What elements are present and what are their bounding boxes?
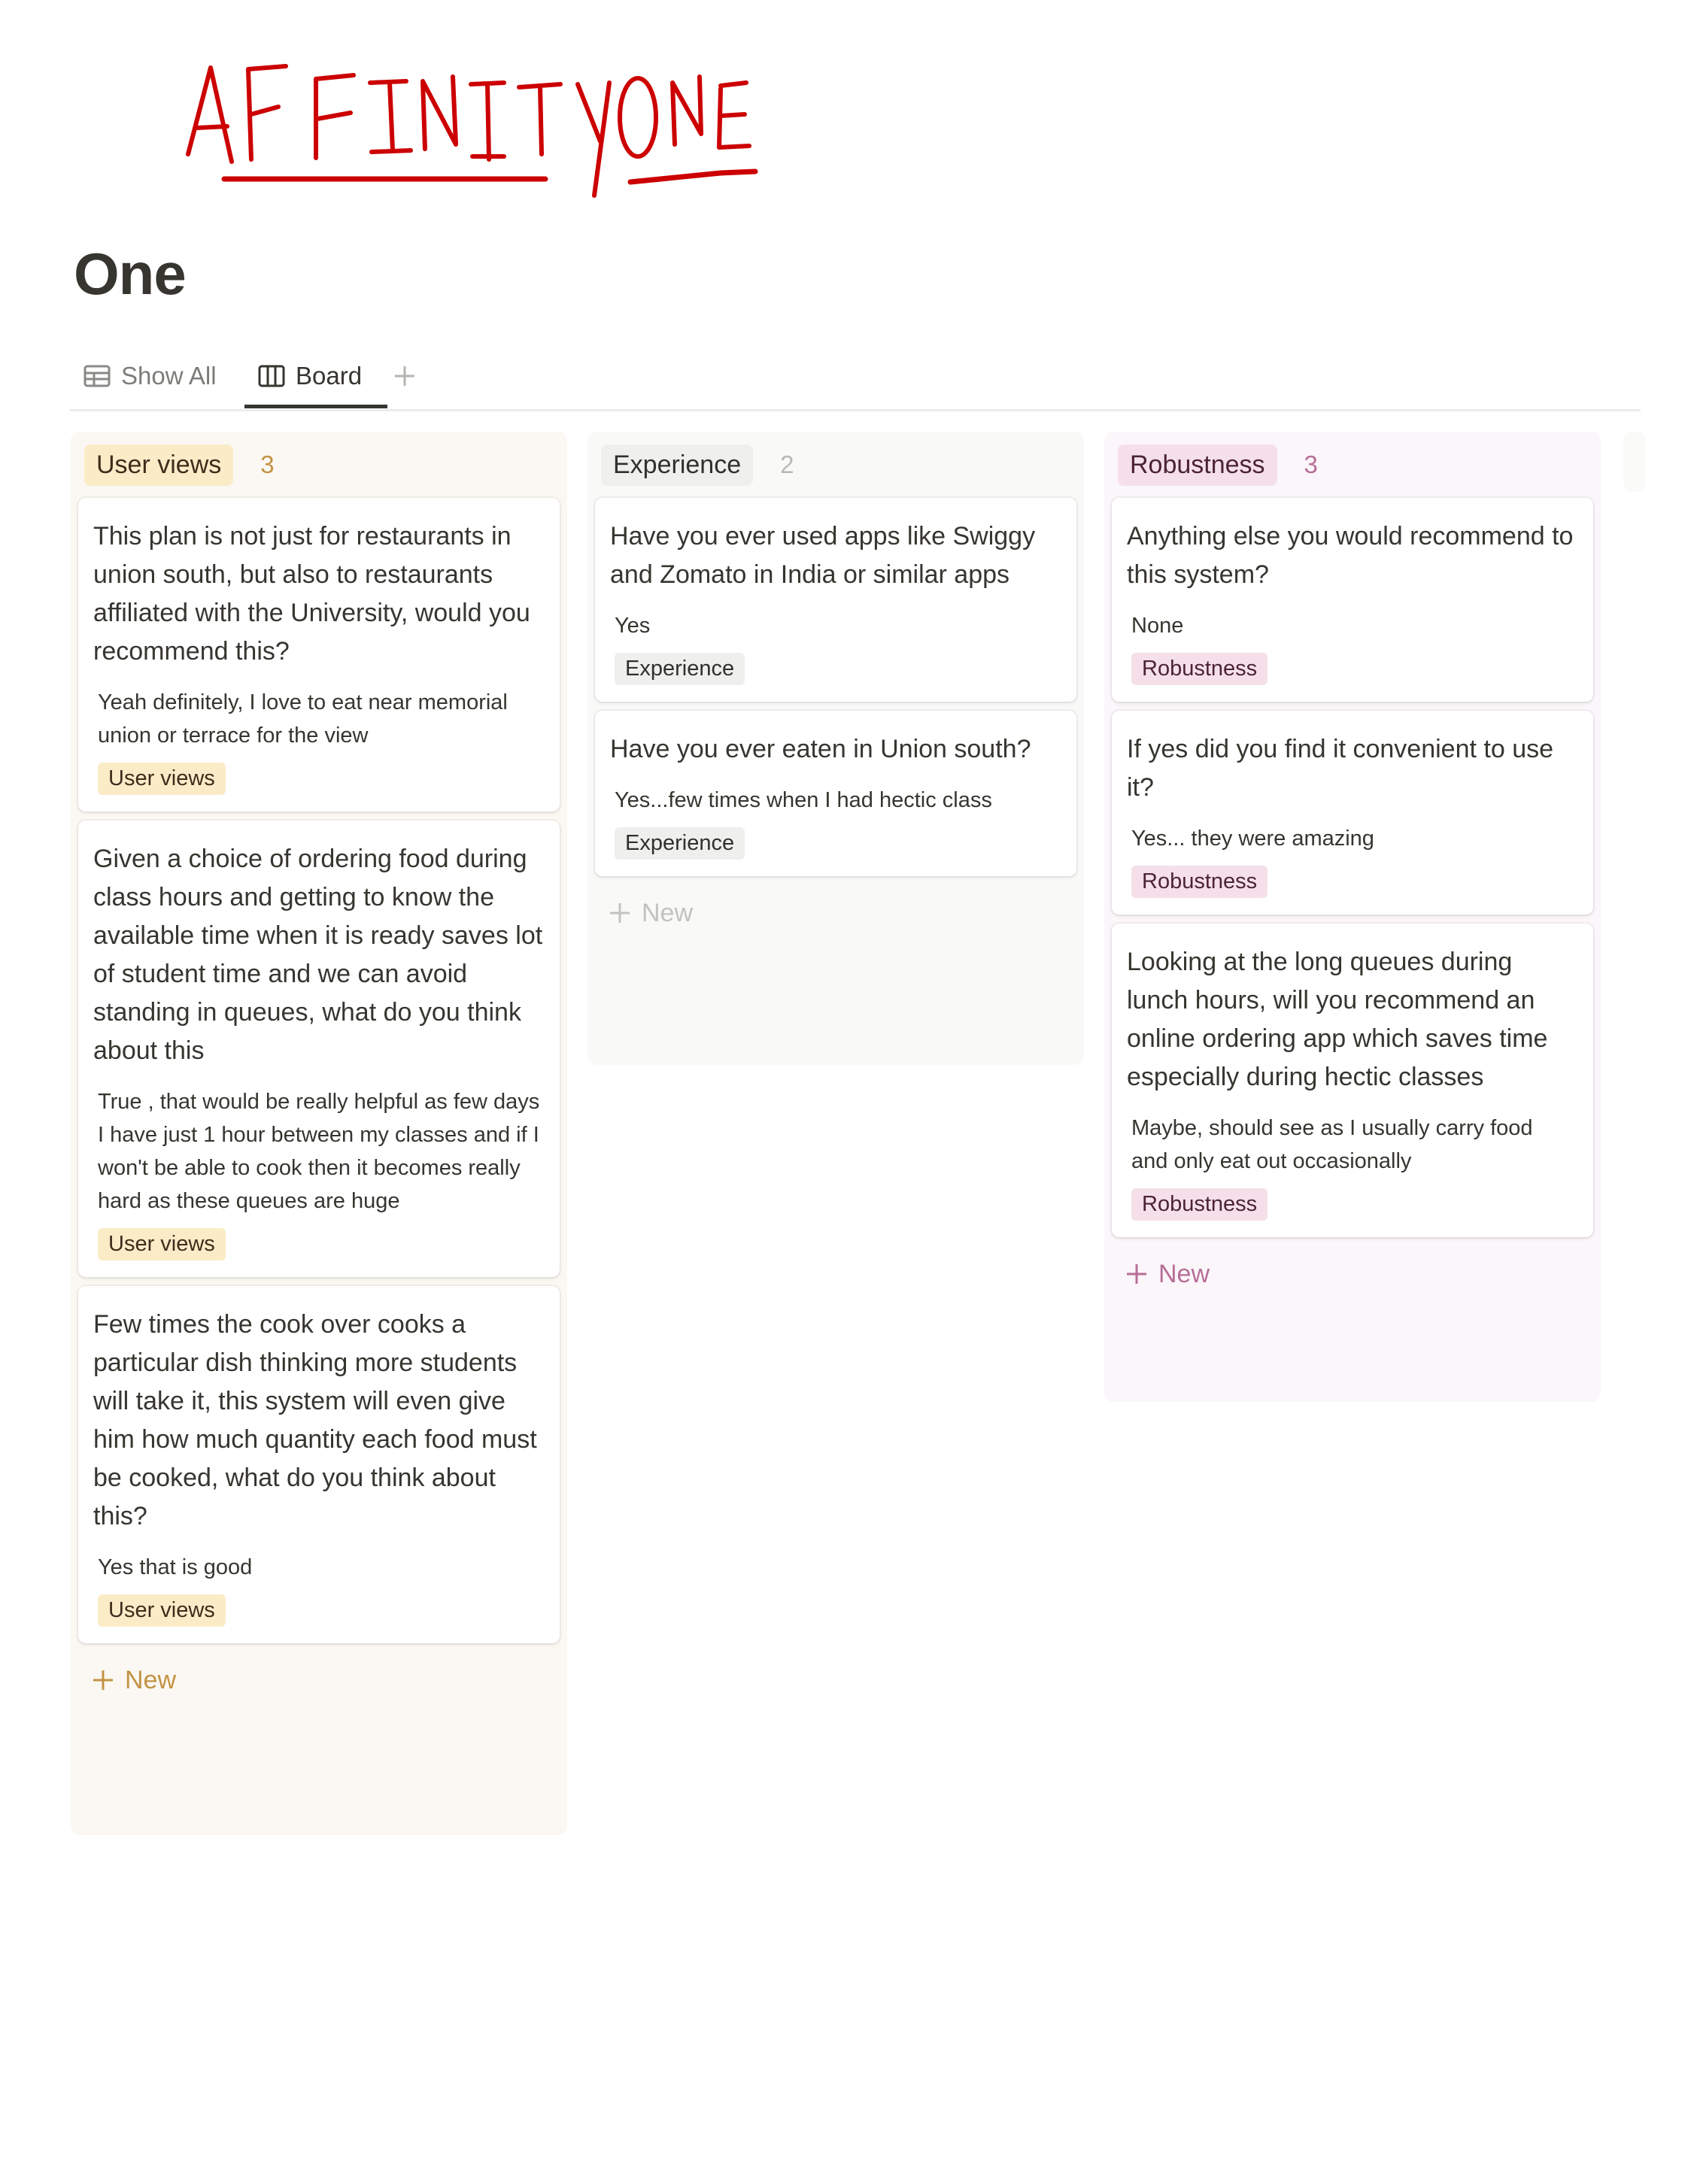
column-title-chip: Experience [601,444,754,486]
new-label: New [125,1665,177,1694]
handwritten-annotation: AFFINITY ONE [186,64,758,198]
card-title: Given a choice of ordering food during c… [93,845,543,1065]
plus-icon [93,1670,113,1690]
add-view-button[interactable] [393,353,416,399]
card-tag: Experience [615,653,745,685]
active-tab-indicator [244,405,387,408]
card-tag: User views [98,1228,226,1260]
new-card-button[interactable]: New [595,887,1076,939]
board-icon [258,365,285,387]
plus-icon [610,903,630,923]
card-tag: Robustness [1131,653,1268,685]
card-tag: User views [98,1594,226,1627]
card-answer: Maybe, should see as I usually carry foo… [1131,1116,1533,1173]
new-label: New [642,898,694,927]
tab-label: Board [296,362,363,390]
column-count: 3 [260,450,275,478]
board-column-robustness: Robustness 3 Anything else you would rec… [1104,432,1601,1402]
column-header[interactable]: Robustness 3 [1112,432,1593,498]
card-answer: True , that would be really helpful as f… [98,1090,540,1213]
tab-board[interactable]: Board [258,353,362,399]
board-card[interactable]: Have you ever used apps like Swiggy and … [595,498,1076,702]
card-answer: None [1131,614,1184,638]
board-card[interactable]: Have you ever eaten in Union south? Yes.… [595,711,1076,876]
card-answer: Yes...few times when I had hectic class [615,788,992,812]
card-tag: Robustness [1131,866,1268,898]
card-answer: Yes... they were amazing [1131,827,1374,851]
board-card[interactable]: Few times the cook over cooks a particul… [78,1286,560,1643]
board-column-user-views: User views 3 This plan is not just for r… [71,432,567,1835]
card-tag: User views [98,763,226,795]
plus-icon [395,366,414,386]
column-title-chip: User views [84,444,234,486]
plus-icon [1127,1264,1146,1284]
column-header[interactable]: User views 3 [78,432,560,498]
page-title: One [74,241,187,307]
view-tabs: Show All Board [70,346,1641,411]
card-title: This plan is not just for restaurants in… [93,522,530,666]
card-title: Have you ever eaten in Union south? [610,735,1031,763]
card-title: Looking at the long queues during lunch … [1127,948,1548,1091]
card-answer: Yes that is good [98,1555,253,1579]
new-card-button[interactable]: New [1112,1248,1593,1300]
board-card[interactable]: Looking at the long queues during lunch … [1112,924,1593,1237]
new-label: New [1158,1259,1210,1288]
board-column-partial[interactable] [1623,432,1646,492]
column-count: 3 [1304,450,1318,478]
board-card[interactable]: If yes did you find it convenient to use… [1112,711,1593,915]
column-count: 2 [780,450,794,478]
board-card[interactable]: This plan is not just for restaurants in… [78,498,560,811]
board-card[interactable]: Anything else you would recommend to thi… [1112,498,1593,702]
card-title: Anything else you would recommend to thi… [1127,522,1574,589]
card-answer: Yeah definitely, I love to eat near memo… [98,690,508,748]
card-tag: Robustness [1131,1188,1268,1221]
column-header[interactable]: Experience 2 [595,432,1076,498]
card-title: Few times the cook over cooks a particul… [93,1310,537,1530]
card-title: If yes did you find it convenient to use… [1127,735,1554,802]
card-tag: Experience [615,827,745,860]
tab-show-all[interactable]: Show All [83,353,217,399]
board-card[interactable]: Given a choice of ordering food during c… [78,821,560,1277]
card-answer: Yes [615,614,651,638]
tab-label: Show All [121,362,217,390]
table-icon [83,365,111,387]
board-column-experience: Experience 2 Have you ever used apps lik… [587,432,1084,1065]
column-title-chip: Robustness [1118,444,1277,486]
new-card-button[interactable]: New [78,1654,560,1706]
card-title: Have you ever used apps like Swiggy and … [610,522,1036,589]
